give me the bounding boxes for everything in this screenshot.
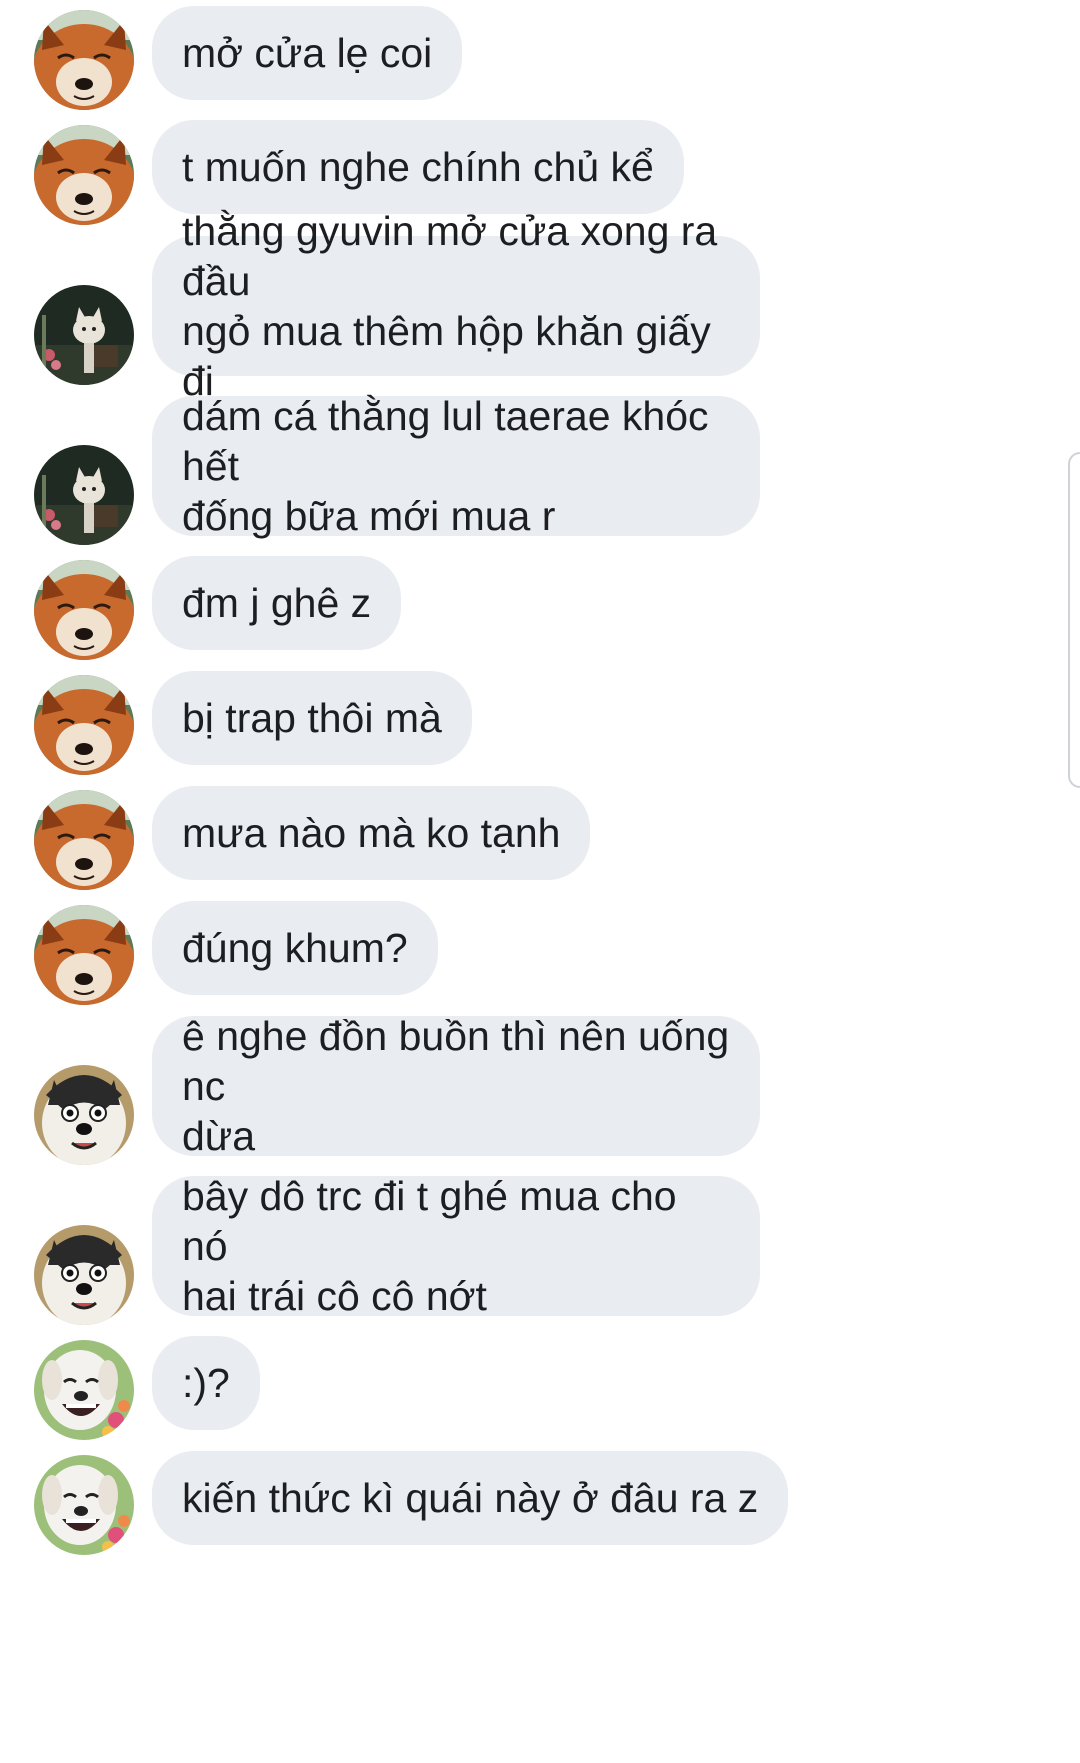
message-bubble[interactable]: ê nghe đồn buồn thì nên uống nc dừa [152, 1013, 760, 1159]
message-bubble[interactable]: thằng gyuvin mở cửa xong ra đầu ngỏ mua … [152, 208, 760, 404]
fox-avatar[interactable] [34, 125, 134, 225]
message-text: ê nghe đồn buồn thì nên uống nc dừa [182, 1013, 730, 1159]
message-text: đm j ghê z [182, 580, 372, 626]
fox-avatar[interactable] [34, 10, 134, 110]
fox-avatar[interactable] [34, 905, 134, 1005]
message-bubble[interactable]: bị trap thôi mà [152, 671, 472, 765]
message-bubble[interactable]: mở cửa lẹ coi [152, 6, 463, 100]
message-text: bị trap thôi mà [182, 695, 442, 741]
message-text: t muốn nghe chính chủ kể [182, 144, 654, 190]
white-dog-avatar[interactable] [34, 1340, 134, 1440]
fox-avatar[interactable] [34, 560, 134, 660]
white-dog-avatar[interactable] [34, 1455, 134, 1555]
message-thread[interactable]: mở cửa lẹ coi t muốn nghe chính chủ kể t… [0, 0, 1080, 1763]
message-text: bây dô trc đi t ghé mua cho nó hai trái … [182, 1173, 677, 1319]
message-text: thằng gyuvin mở cửa xong ra đầu ngỏ mua … [182, 208, 718, 404]
husky-avatar[interactable] [34, 1225, 134, 1325]
message-bubble[interactable]: đm j ghê z [152, 556, 402, 650]
husky-avatar[interactable] [34, 1065, 134, 1165]
cat-avatar[interactable] [34, 285, 134, 385]
cat-avatar[interactable] [34, 445, 134, 545]
message-text: :)? [182, 1360, 230, 1406]
message-bubble[interactable]: dám cá thằng lul taerae khóc hết đống bữ… [152, 393, 760, 539]
fox-avatar[interactable] [34, 790, 134, 890]
message-bubble[interactable]: mưa nào mà ko tạnh [152, 786, 591, 880]
scroll-handle[interactable] [1068, 452, 1080, 788]
message-bubble[interactable]: t muốn nghe chính chủ kể [152, 120, 684, 214]
message-text: mở cửa lẹ coi [182, 30, 433, 76]
message-bubble[interactable]: bây dô trc đi t ghé mua cho nó hai trái … [152, 1173, 760, 1319]
message-bubble[interactable]: đúng khum? [152, 901, 438, 995]
message-text: mưa nào mà ko tạnh [182, 810, 561, 856]
message-text: kiến thức kì quái này ở đâu ra z [182, 1475, 759, 1521]
message-bubble[interactable]: kiến thức kì quái này ở đâu ra z [152, 1451, 789, 1545]
fox-avatar[interactable] [34, 675, 134, 775]
message-bubble[interactable]: :)? [152, 1336, 260, 1430]
message-text: đúng khum? [182, 925, 408, 971]
message-text: dám cá thằng lul taerae khóc hết đống bữ… [182, 393, 709, 539]
